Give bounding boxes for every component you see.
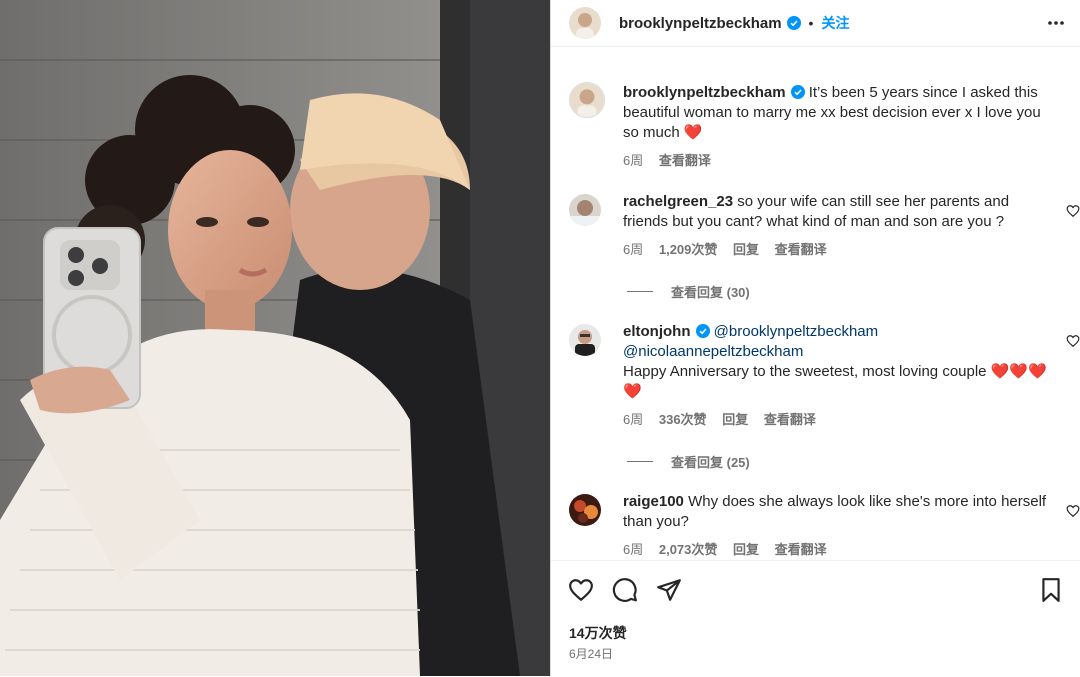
reply-button[interactable]: 回复 bbox=[722, 412, 748, 427]
post-actions-bar: 14万次赞 6月24日 bbox=[551, 560, 1080, 677]
comment-likes[interactable]: 1,209次赞 bbox=[659, 242, 718, 257]
verified-badge-icon bbox=[786, 16, 801, 30]
verified-badge-icon bbox=[695, 324, 710, 338]
view-replies-label: 查看回复 (25) bbox=[671, 455, 750, 470]
commenter-avatar[interactable] bbox=[569, 194, 601, 226]
post-like-count[interactable]: 14万次赞 bbox=[569, 623, 627, 643]
comment-like-heart-icon[interactable] bbox=[1066, 504, 1080, 518]
comments-list[interactable]: brooklynpeltzbeckham It’s been 5 years s… bbox=[551, 58, 1080, 560]
replies-divider bbox=[627, 291, 653, 292]
view-replies-button[interactable]: 查看回复 (25) bbox=[627, 452, 750, 471]
follow-button[interactable]: 关注 bbox=[821, 13, 849, 33]
author-username[interactable]: brooklynpeltzbeckham bbox=[619, 15, 782, 32]
verified-badge-icon bbox=[790, 85, 805, 99]
post-date[interactable]: 6月24日 bbox=[569, 645, 613, 662]
replies-divider bbox=[627, 461, 653, 462]
more-options-icon[interactable] bbox=[1046, 12, 1066, 34]
comment-bubble-icon[interactable] bbox=[612, 577, 638, 603]
post-photo[interactable] bbox=[0, 0, 550, 676]
caption-username[interactable]: brooklynpeltzbeckham bbox=[623, 84, 786, 101]
caption-time[interactable]: 6周 bbox=[623, 153, 643, 168]
comment-text: Happy Anniversary to the sweetest, most … bbox=[623, 363, 1047, 400]
translate-link[interactable]: 查看翻译 bbox=[775, 542, 827, 557]
author-avatar[interactable] bbox=[569, 7, 601, 39]
mention-link[interactable]: @brooklynpeltzbeckham bbox=[714, 323, 878, 340]
heart-icon[interactable] bbox=[568, 577, 594, 603]
commenter-avatar[interactable] bbox=[569, 324, 601, 356]
comment-username[interactable]: eltonjohn bbox=[623, 323, 691, 340]
comment-likes[interactable]: 336次赞 bbox=[659, 412, 707, 427]
comment-like-heart-icon[interactable] bbox=[1066, 204, 1080, 218]
post-side-panel: brooklynpeltzbeckham • 关注 brooklynpeltzb… bbox=[550, 0, 1080, 676]
separator-dot: • bbox=[808, 15, 814, 31]
comment-like-heart-icon[interactable] bbox=[1066, 334, 1080, 348]
translate-link[interactable]: 查看翻译 bbox=[764, 412, 816, 427]
comment-time[interactable]: 6周 bbox=[623, 242, 643, 257]
commenter-avatar[interactable] bbox=[569, 494, 601, 526]
view-replies-label: 查看回复 (30) bbox=[671, 285, 750, 300]
comment-username[interactable]: rachelgreen_23 bbox=[623, 193, 733, 210]
comment-time[interactable]: 6周 bbox=[623, 542, 643, 557]
view-replies-button[interactable]: 查看回复 (30) bbox=[627, 282, 750, 301]
comment-likes[interactable]: 2,073次赞 bbox=[659, 542, 718, 557]
comment-text: Why does she always look like she's more… bbox=[623, 493, 1047, 530]
mention-link[interactable]: @nicolaannepeltzbeckham bbox=[623, 343, 803, 360]
translate-link[interactable]: 查看翻译 bbox=[775, 242, 827, 257]
post-photo-illustration bbox=[0, 0, 550, 676]
comment-time[interactable]: 6周 bbox=[623, 412, 643, 427]
caption-avatar[interactable] bbox=[569, 82, 605, 118]
post-header: brooklynpeltzbeckham • 关注 bbox=[551, 0, 1080, 47]
comment-username[interactable]: raige100 bbox=[623, 493, 684, 510]
caption-translate-link[interactable]: 查看翻译 bbox=[659, 153, 711, 168]
paper-plane-icon[interactable] bbox=[656, 577, 682, 603]
reply-button[interactable]: 回复 bbox=[733, 242, 759, 257]
bookmark-icon[interactable] bbox=[1038, 577, 1064, 603]
reply-button[interactable]: 回复 bbox=[733, 542, 759, 557]
